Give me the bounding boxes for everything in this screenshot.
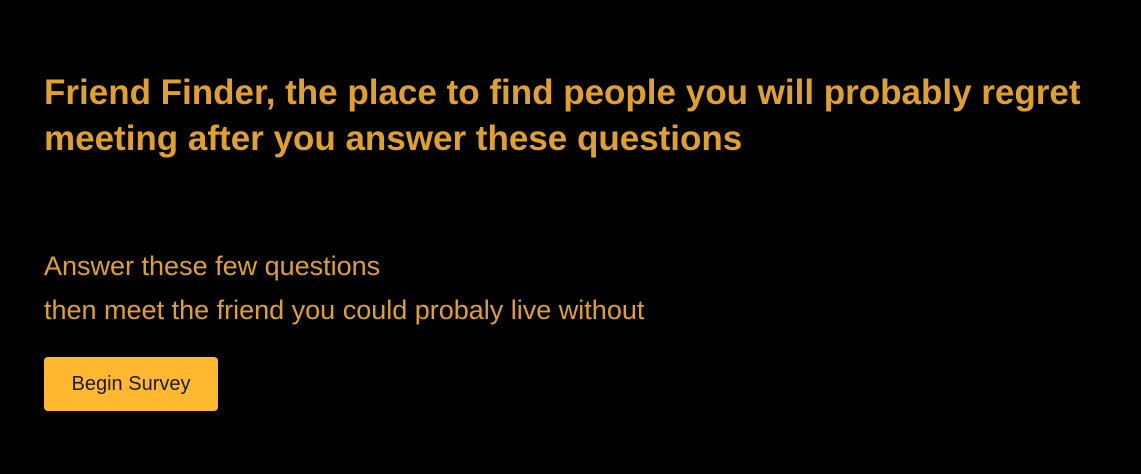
page-title: Friend Finder, the place to find people … [44,73,1081,158]
intro-text-block: Answer these few questions then meet the… [44,244,644,332]
begin-survey-button[interactable]: Begin Survey [44,357,218,411]
page-container: Friend Finder, the place to find people … [0,0,1141,474]
intro-line-2: then meet the friend you could probaly l… [44,295,645,325]
intro-line-1: Answer these few questions [44,251,381,281]
